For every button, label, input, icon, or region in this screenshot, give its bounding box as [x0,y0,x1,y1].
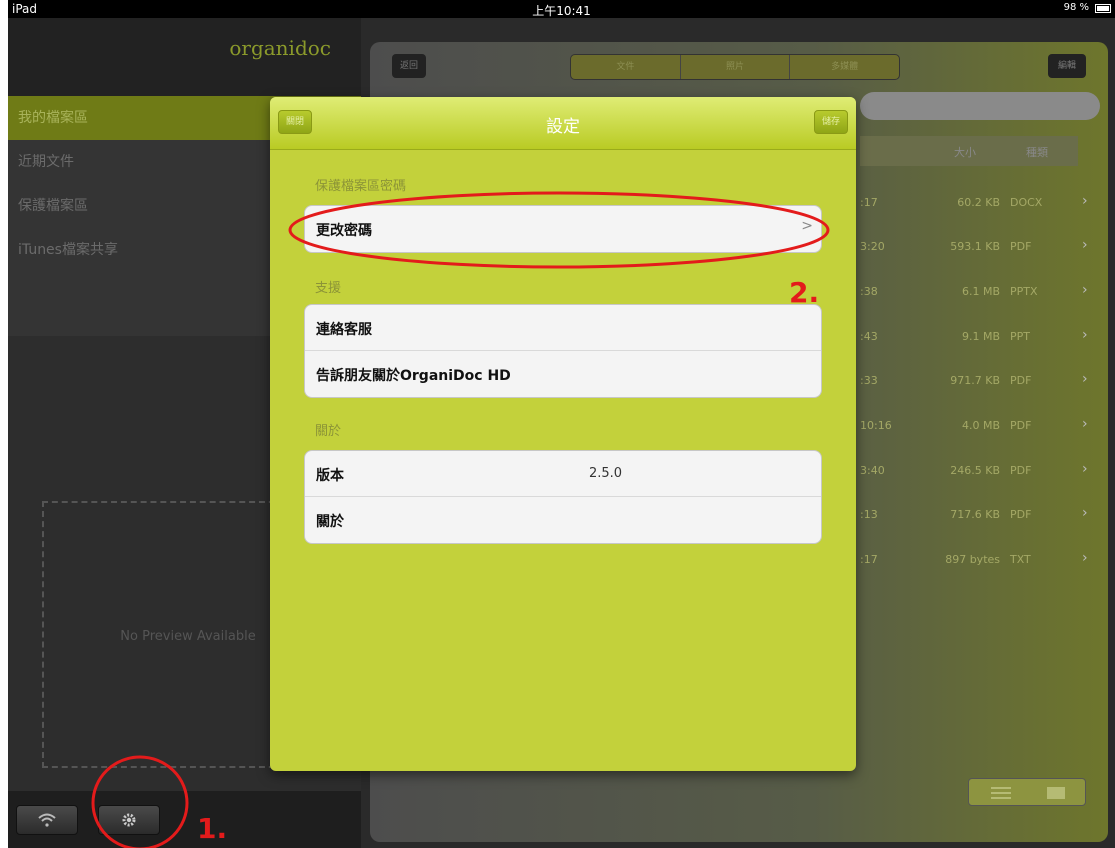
highlight-ellipse-settings-button [91,755,189,848]
annotation-overlay [91,191,830,848]
step-2-label: 2. [789,276,820,309]
highlight-ellipse-change-password [288,191,830,269]
step-1-label: 1. [197,812,228,845]
